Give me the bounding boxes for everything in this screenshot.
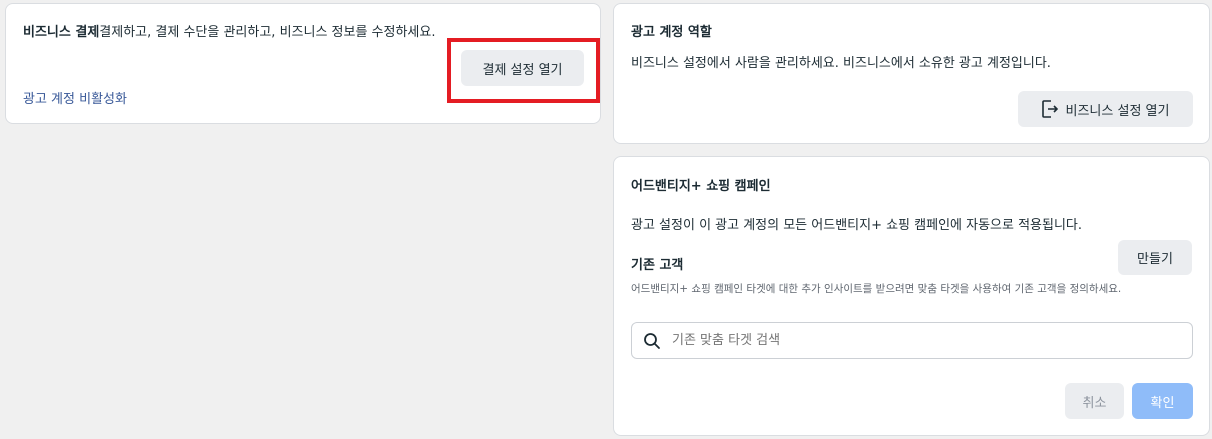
existing-customers-title: 기존 고객 xyxy=(631,258,684,273)
billing-title: 비즈니스 결제 xyxy=(23,25,100,40)
cancel-button[interactable]: 취소 xyxy=(1065,383,1124,419)
billing-header: 비즈니스 결제결제하고, 결제 수단을 관리하고, 비즈니스 정보를 수정하세요… xyxy=(23,21,436,40)
confirm-button[interactable]: 확인 xyxy=(1132,383,1193,419)
search-field[interactable] xyxy=(631,322,1193,359)
open-business-settings-button[interactable]: 비즈니스 설정 열기 xyxy=(1018,91,1193,127)
roles-description: 비즈니스 설정에서 사람을 관리하세요. 비즈니스에서 소유한 광고 계정입니다… xyxy=(631,56,1051,71)
billing-description: 결제하고, 결제 수단을 관리하고, 비즈니스 정보를 수정하세요. xyxy=(99,25,436,40)
roles-title: 광고 계정 역할 xyxy=(631,25,712,40)
create-button[interactable]: 만들기 xyxy=(1118,240,1192,275)
existing-customers-helper: 어드밴티지+ 쇼핑 캠페인 타겟에 대한 추가 인사이트를 받으려면 맞춤 타겟… xyxy=(631,283,1122,295)
deactivate-ad-account-link[interactable]: 광고 계정 비활성화 xyxy=(23,88,127,107)
highlight-box xyxy=(447,38,600,103)
open-business-settings-label: 비즈니스 설정 열기 xyxy=(1065,103,1170,119)
search-input[interactable] xyxy=(672,323,1182,358)
roles-card: 광고 계정 역할 비즈니스 설정에서 사람을 관리하세요. 비즈니스에서 소유한… xyxy=(613,3,1210,144)
advantage-title: 어드밴티지+ 쇼핑 캠페인 xyxy=(631,179,771,194)
advantage-description: 광고 설정이 이 광고 계정의 모든 어드밴티지+ 쇼핑 캠페인에 자동으로 적… xyxy=(631,218,1083,233)
search-icon xyxy=(644,333,660,349)
exit-icon xyxy=(1041,100,1058,118)
advantage-card: 어드밴티지+ 쇼핑 캠페인 광고 설정이 이 광고 계정의 모든 어드밴티지+ … xyxy=(613,156,1210,436)
